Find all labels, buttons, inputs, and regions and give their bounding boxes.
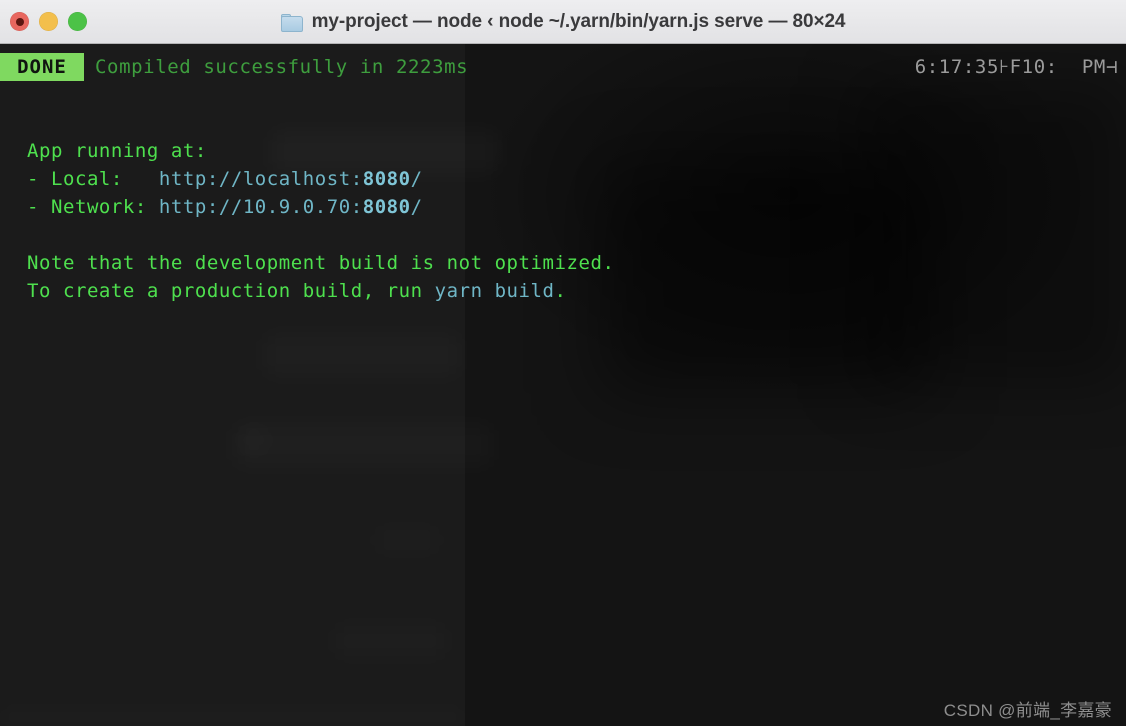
- terminal-line: Note that the development build is not o…: [27, 249, 614, 277]
- terminal-text-segment: 8080: [362, 196, 411, 218]
- terminal-text-segment: - Local:: [27, 168, 159, 190]
- zoom-button[interactable]: [68, 12, 87, 31]
- terminal-text-segment: To create a production build, run: [27, 280, 435, 302]
- terminal-text-segment: Note that the development build is not o…: [27, 252, 615, 274]
- terminal-text-segment: 8080: [362, 168, 411, 190]
- terminal-text-segment: http://localhost:: [158, 168, 363, 190]
- terminal-line: - Local: http://localhost:8080/: [27, 165, 614, 193]
- terminal-text-segment: .: [554, 280, 567, 302]
- close-button[interactable]: [10, 12, 29, 31]
- compile-status-line: DONE Compiled successfully in 2223ms 6:1…: [0, 53, 1126, 81]
- status-clock: 6:17:35: [914, 56, 999, 78]
- status-function-key: ⊦F10: PM⊣: [999, 56, 1118, 78]
- window-title-group: my-project — node ‹ node ~/.yarn/bin/yar…: [0, 0, 1126, 44]
- terminal-window: my-project — node ‹ node ~/.yarn/bin/yar…: [0, 0, 1126, 726]
- terminal-text-segment: yarn build: [434, 280, 555, 302]
- window-controls: [10, 12, 87, 31]
- folder-icon: [280, 13, 303, 32]
- terminal-line: App running at:: [27, 137, 614, 165]
- terminal-text-segment: App running at:: [27, 140, 207, 162]
- terminal-line: - Network: http://10.9.0.70:8080/: [27, 193, 614, 221]
- terminal-text-segment: http://10.9.0.70:: [158, 196, 363, 218]
- terminal-text-segment: /: [410, 168, 423, 190]
- window-title: my-project — node ‹ node ~/.yarn/bin/yar…: [311, 11, 846, 32]
- compile-message: Compiled successfully in 2223ms: [95, 56, 469, 78]
- window-titlebar: my-project — node ‹ node ~/.yarn/bin/yar…: [0, 0, 1126, 44]
- terminal-line: To create a production build, run yarn b…: [27, 277, 614, 305]
- csdn-watermark: CSDN @前端_李嘉豪: [943, 701, 1112, 720]
- minimize-button[interactable]: [39, 12, 58, 31]
- terminal-body[interactable]: DONE Compiled successfully in 2223ms 6:1…: [0, 44, 1126, 726]
- terminal-text-segment: /: [410, 196, 423, 218]
- terminal-text-segment: - Network:: [27, 196, 159, 218]
- status-badge: DONE: [0, 53, 84, 81]
- terminal-output: App running at: - Local: http://localhost…: [27, 137, 614, 305]
